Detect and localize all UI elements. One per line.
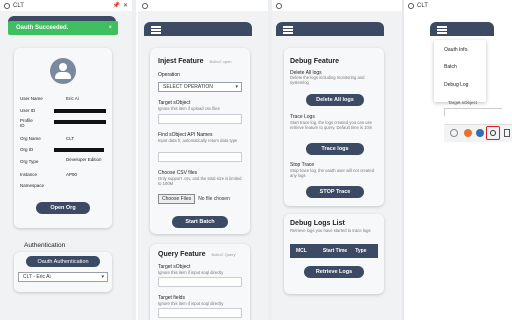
avatar	[50, 58, 76, 84]
window-titlebar	[138, 0, 268, 11]
extension-icon[interactable]	[450, 129, 458, 137]
panel-batch: Injest Feature Bulkv2 open Operation SELE…	[138, 0, 268, 320]
target-sobject-input[interactable]	[158, 114, 242, 124]
nav-menu: Oauth Info. Batch Debug Log	[434, 40, 486, 102]
app-icon	[408, 3, 414, 9]
label-org-type: Org Type	[20, 159, 39, 164]
clt-extension-icon[interactable]	[486, 126, 500, 140]
query-card: Query Feature Bulkv2 Query Target sObject…	[150, 244, 250, 320]
label-namespace: Namespace	[20, 183, 45, 188]
header-bar	[144, 22, 252, 36]
puzzle-icon[interactable]	[504, 129, 510, 137]
app-icon	[142, 2, 148, 9]
stop-trace-button[interactable]: STOP Trace	[306, 186, 364, 198]
window-title: CLT	[417, 3, 428, 9]
query-fields-input[interactable]	[158, 308, 242, 318]
header-bar	[430, 22, 494, 36]
debug-title: Debug Feature	[290, 58, 340, 65]
toast-text: Oauth Succeeded.	[16, 25, 69, 31]
hamburger-icon[interactable]	[437, 26, 447, 28]
org-select[interactable]: CLT - Eric Ai ▾	[18, 272, 108, 282]
csv-hint: Only support .csv, and the total size is…	[158, 176, 242, 186]
window-title: CLT	[13, 2, 24, 9]
behind-input	[444, 108, 502, 116]
trace-logs-hint: Start trace log, the logs created you ca…	[290, 120, 373, 130]
app-icon	[276, 2, 282, 9]
panel-menu: CLT Oauth Info. Batch Debug Log Target s…	[404, 0, 512, 320]
no-file-text: No file chosen	[198, 196, 230, 202]
behind-text: Target sObject	[448, 100, 478, 105]
menu-item-batch[interactable]: Batch	[444, 64, 457, 70]
extension-icon[interactable]	[476, 129, 484, 137]
inject-title: Injest Feature Bulkv2 open	[158, 58, 232, 65]
choose-files-button[interactable]: Choose Files	[158, 194, 196, 204]
org-select-value: CLT - Eric Ai	[23, 274, 51, 280]
chevron-down-icon: ▾	[235, 84, 238, 90]
column-header: MCL	[296, 248, 307, 254]
label-profile-id: Profile ID	[20, 118, 33, 128]
auth-card: Oauth Authentication CLT - Eric Ai ▾	[14, 252, 112, 292]
debug-list-hint: Retrieve logs you have started to trace …	[290, 228, 371, 233]
divider	[132, 0, 136, 320]
hamburger-icon[interactable]	[283, 26, 293, 28]
menu-item-oauth-info[interactable]: Oauth Info.	[444, 47, 469, 53]
extension-icon[interactable]	[464, 129, 472, 137]
close-icon[interactable]: ✕	[123, 2, 128, 9]
debug-list-title: Debug Logs List	[290, 220, 345, 227]
value-instance: AP90	[66, 172, 78, 177]
logs-table-header: MCL Start Time Type	[290, 244, 378, 258]
value-org-name: CLT	[66, 136, 75, 141]
chevron-down-icon: ▾	[101, 274, 104, 280]
label-user-id: User ID	[20, 108, 36, 113]
panel-debug: Debug Feature Delete All logs Delete the…	[272, 0, 402, 320]
find-sobject-hint: Input data fr, automatically return data…	[158, 138, 238, 143]
retrieve-logs-button[interactable]: Retrieve Logs	[304, 266, 364, 278]
label-org-name: Org Name	[20, 136, 41, 141]
value-org-type: Developer Edition	[66, 157, 102, 162]
trace-logs-button[interactable]: Trace logs	[306, 143, 364, 155]
column-header: Start Time	[322, 248, 348, 254]
target-sobject-hint: Ignore this item if upload csv files	[158, 106, 220, 111]
redacted-user-id	[54, 109, 106, 113]
panel-profile: CLT 📌 ✕ Oauth Succeeded. × User Name Eri…	[0, 0, 132, 320]
query-target-hint: Ignore this item if input soql directly	[158, 270, 224, 275]
oauth-authentication-button[interactable]: Oauth Authentication	[26, 256, 100, 267]
success-toast: Oauth Succeeded. ×	[8, 21, 118, 35]
redacted-profile-id	[54, 120, 106, 124]
auth-title: Authentication	[24, 242, 66, 249]
find-sobject-input[interactable]	[158, 152, 242, 162]
operation-select[interactable]: SELECT OPERATION ▾	[158, 82, 242, 92]
menu-item-debug-log[interactable]: Debug Log	[444, 82, 468, 88]
value-user-name: Eric Ai	[66, 96, 79, 101]
label-instance: Instance	[20, 172, 38, 177]
stop-trace-hint: Stop trace log, the oauth user will not …	[290, 168, 375, 178]
open-org-button[interactable]: Open Org	[36, 202, 90, 214]
window-titlebar	[272, 0, 402, 11]
hamburger-icon[interactable]	[151, 26, 161, 28]
operation-label: Operation	[158, 72, 180, 78]
delete-logs-hint: Delete the logs including monitoring and…	[290, 75, 365, 85]
query-fields-hint: Ignore this item if input soql directly	[158, 301, 224, 306]
window-titlebar: CLT 📌 ✕	[0, 0, 132, 11]
inject-card: Injest Feature Bulkv2 open Operation SELE…	[150, 48, 250, 234]
redacted-org-id	[54, 148, 104, 152]
pin-icon[interactable]: 📌	[112, 2, 119, 9]
debug-card: Debug Feature Delete All logs Delete the…	[284, 48, 384, 206]
header-bar	[276, 22, 384, 36]
column-header: Type	[355, 248, 367, 254]
operation-select-value: SELECT OPERATION	[163, 84, 213, 90]
app-icon	[4, 2, 10, 9]
toast-close-icon[interactable]: ×	[108, 25, 112, 31]
file-picker: Choose Files No file chosen	[158, 194, 230, 204]
label-org-id: Org ID	[20, 147, 34, 152]
label-user-name: User Name	[20, 96, 43, 101]
start-batch-button[interactable]: Start Batch	[172, 216, 228, 228]
profile-card: User Name Eric Ai User ID Profile ID Org…	[14, 48, 112, 228]
delete-all-logs-button[interactable]: Delete All logs	[306, 94, 364, 106]
query-target-input[interactable]	[158, 277, 242, 287]
debug-list-card: Debug Logs List Retrieve logs you have s…	[284, 214, 384, 294]
query-title: Query Feature Bulkv2 Query	[158, 251, 236, 258]
